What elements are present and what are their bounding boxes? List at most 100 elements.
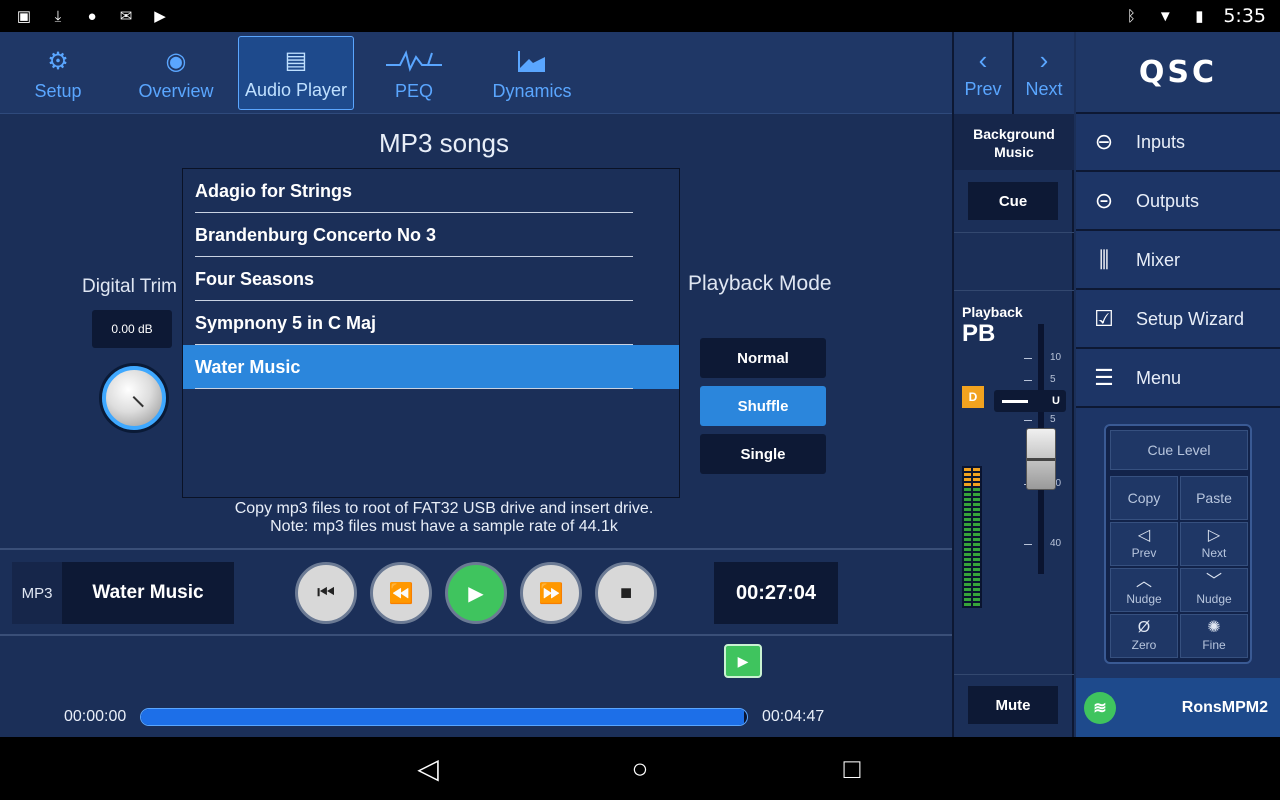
fast-forward-button[interactable]: ⏩ xyxy=(520,562,582,624)
stop-button[interactable]: ■ xyxy=(595,562,657,624)
song-name: Brandenburg Concerto No 3 xyxy=(195,224,437,245)
channel-short-name: PB xyxy=(962,320,996,347)
list-item-selected[interactable]: Water Music xyxy=(183,345,679,389)
list-item[interactable]: Adagio for Strings xyxy=(183,169,679,213)
sidebar-item-label: Inputs xyxy=(1136,131,1186,152)
top-tab-bar: ⚙ Setup ◉ Overview ▤ Audio Player PEQ Dy… xyxy=(0,32,952,114)
paste-button[interactable]: Paste xyxy=(1180,476,1248,520)
fader-scale-label: 5 xyxy=(1050,414,1056,425)
tab-label: Audio Player xyxy=(244,80,348,100)
fine-button[interactable]: ✺ Fine xyxy=(1180,614,1248,658)
seek-play-marker[interactable]: ▶ xyxy=(724,644,762,678)
meter-segment xyxy=(973,578,980,581)
tab-dynamics[interactable]: Dynamics xyxy=(474,36,590,110)
download-icon: ⤓ xyxy=(54,7,62,25)
next-channel-button[interactable]: › Next xyxy=(1014,32,1074,114)
wifi-icon: ▼ xyxy=(1157,7,1173,25)
eye-icon: ◉ xyxy=(165,47,187,75)
skip-back-icon: ⏮ xyxy=(317,581,335,604)
list-item[interactable]: Brandenburg Concerto No 3 xyxy=(183,213,679,257)
sidebar-item-outputs[interactable]: ⊝ Outputs xyxy=(1076,173,1280,231)
mode-single-button[interactable]: Single xyxy=(700,434,826,474)
meter-segment xyxy=(973,513,980,516)
rewind-button[interactable]: ⏪ xyxy=(370,562,432,624)
copy-button[interactable]: Copy xyxy=(1110,476,1178,520)
meter-segment xyxy=(964,493,971,496)
nudge-down-button[interactable]: ﹀ Nudge xyxy=(1180,568,1248,612)
meter-segment xyxy=(973,558,980,561)
nudge-up-button[interactable]: ︿ Nudge xyxy=(1110,568,1178,612)
now-playing-display: MP3 Water Music xyxy=(12,562,234,624)
connection-status[interactable]: ≋ RonsMPM2 xyxy=(1076,678,1280,737)
sidebar-item-inputs[interactable]: ⊖ Inputs xyxy=(1076,114,1280,172)
prev-channel-button[interactable]: ‹ Prev xyxy=(954,32,1014,114)
fader-scale-label: 40 xyxy=(1050,538,1062,549)
tab-label: Overview xyxy=(138,81,214,101)
back-button[interactable]: ◁ xyxy=(408,749,448,789)
keypad-prev-button[interactable]: ◁ Prev xyxy=(1110,522,1178,566)
sidebar-item-mixer[interactable]: ⫼ Mixer xyxy=(1076,232,1280,290)
track-start-time: 00:00:00 xyxy=(64,708,127,725)
triangle-right-icon: ▷ xyxy=(1207,527,1221,544)
zero-button[interactable]: Ø Zero xyxy=(1110,614,1178,658)
digital-trim-knob[interactable] xyxy=(102,366,166,430)
skip-back-button[interactable]: ⏮ xyxy=(295,562,357,624)
fader-handle[interactable] xyxy=(1026,428,1056,490)
sidebar-item-menu[interactable]: ☰ Menu xyxy=(1076,350,1280,408)
progress-bar[interactable] xyxy=(140,708,748,726)
meter-segment xyxy=(973,498,980,501)
sidebar-item-setup-wizard[interactable]: ☑ Setup Wizard xyxy=(1076,291,1280,349)
key-label: Copy xyxy=(1127,490,1161,506)
speaker-icon: ▤ xyxy=(284,46,308,74)
meter-segment xyxy=(964,528,971,531)
recents-button[interactable]: □ xyxy=(832,749,872,789)
meter-segment xyxy=(964,583,971,586)
meter-segment xyxy=(964,603,971,606)
meter-segment xyxy=(964,563,971,566)
meter-segment xyxy=(964,533,971,536)
sidebar-item-label: Setup Wizard xyxy=(1136,308,1245,329)
fine-knob-icon: ✺ xyxy=(1207,619,1221,636)
meter-segment xyxy=(973,538,980,541)
mode-normal-button[interactable]: Normal xyxy=(700,338,826,378)
mute-button[interactable]: Mute xyxy=(968,686,1058,724)
song-name: Sympnony 5 in C Maj xyxy=(195,312,377,333)
play-button[interactable]: ▶ xyxy=(445,562,507,624)
key-label: Next xyxy=(1201,546,1227,560)
list-item[interactable]: Four Seasons xyxy=(183,257,679,301)
stop-icon: ■ xyxy=(619,581,633,604)
sidebar: QSC ⊖ Inputs ⊝ Outputs ⫼ Mixer ☑ Setup Wizar… xyxy=(1076,32,1280,737)
progress-fill xyxy=(141,709,744,725)
meter-segment xyxy=(973,473,980,476)
digital-trim-value[interactable]: 0.00 dB xyxy=(92,310,172,348)
home-button[interactable]: ○ xyxy=(620,749,660,789)
mode-shuffle-button[interactable]: Shuffle xyxy=(700,386,826,426)
meter-segment xyxy=(964,538,971,541)
tab-setup[interactable]: ⚙ Setup xyxy=(0,36,116,110)
meter-segment xyxy=(973,583,980,586)
list-item[interactable]: Sympnony 5 in C Maj xyxy=(183,301,679,345)
meter-segment xyxy=(973,533,980,536)
ducker-badge[interactable]: D xyxy=(962,386,984,408)
meter-segment xyxy=(973,528,980,531)
meter-segment xyxy=(964,548,971,551)
wizard-icon: ☑ xyxy=(1094,306,1114,331)
next-label: Next xyxy=(1025,78,1063,99)
track-end-time: 00:04:47 xyxy=(762,708,825,725)
rewind-icon: ⏪ xyxy=(388,582,414,605)
bluetooth-icon: ᛒ xyxy=(1126,7,1136,25)
cue-level-button[interactable]: Cue Level xyxy=(1110,430,1248,470)
cue-button[interactable]: Cue xyxy=(968,182,1058,220)
meter-segment xyxy=(973,493,980,496)
tab-overview[interactable]: ◉ Overview xyxy=(118,36,234,110)
audio-player-panel: MP3 songs Adagio for Strings Brandenburg… xyxy=(0,114,952,737)
keypad-next-button[interactable]: ▷ Next xyxy=(1180,522,1248,566)
fast-forward-icon: ⏩ xyxy=(538,582,564,605)
fader-scale-label: 5 xyxy=(1050,374,1056,385)
song-list[interactable]: Adagio for Strings Brandenburg Concerto … xyxy=(182,168,680,498)
note-line: Note: mp3 files must have a sample rate … xyxy=(270,518,618,535)
tab-audio-player[interactable]: ▤ Audio Player xyxy=(238,36,354,110)
tab-peq[interactable]: PEQ xyxy=(356,36,472,110)
status-time: 5:35 xyxy=(1223,5,1266,27)
meter-segment xyxy=(964,478,971,481)
